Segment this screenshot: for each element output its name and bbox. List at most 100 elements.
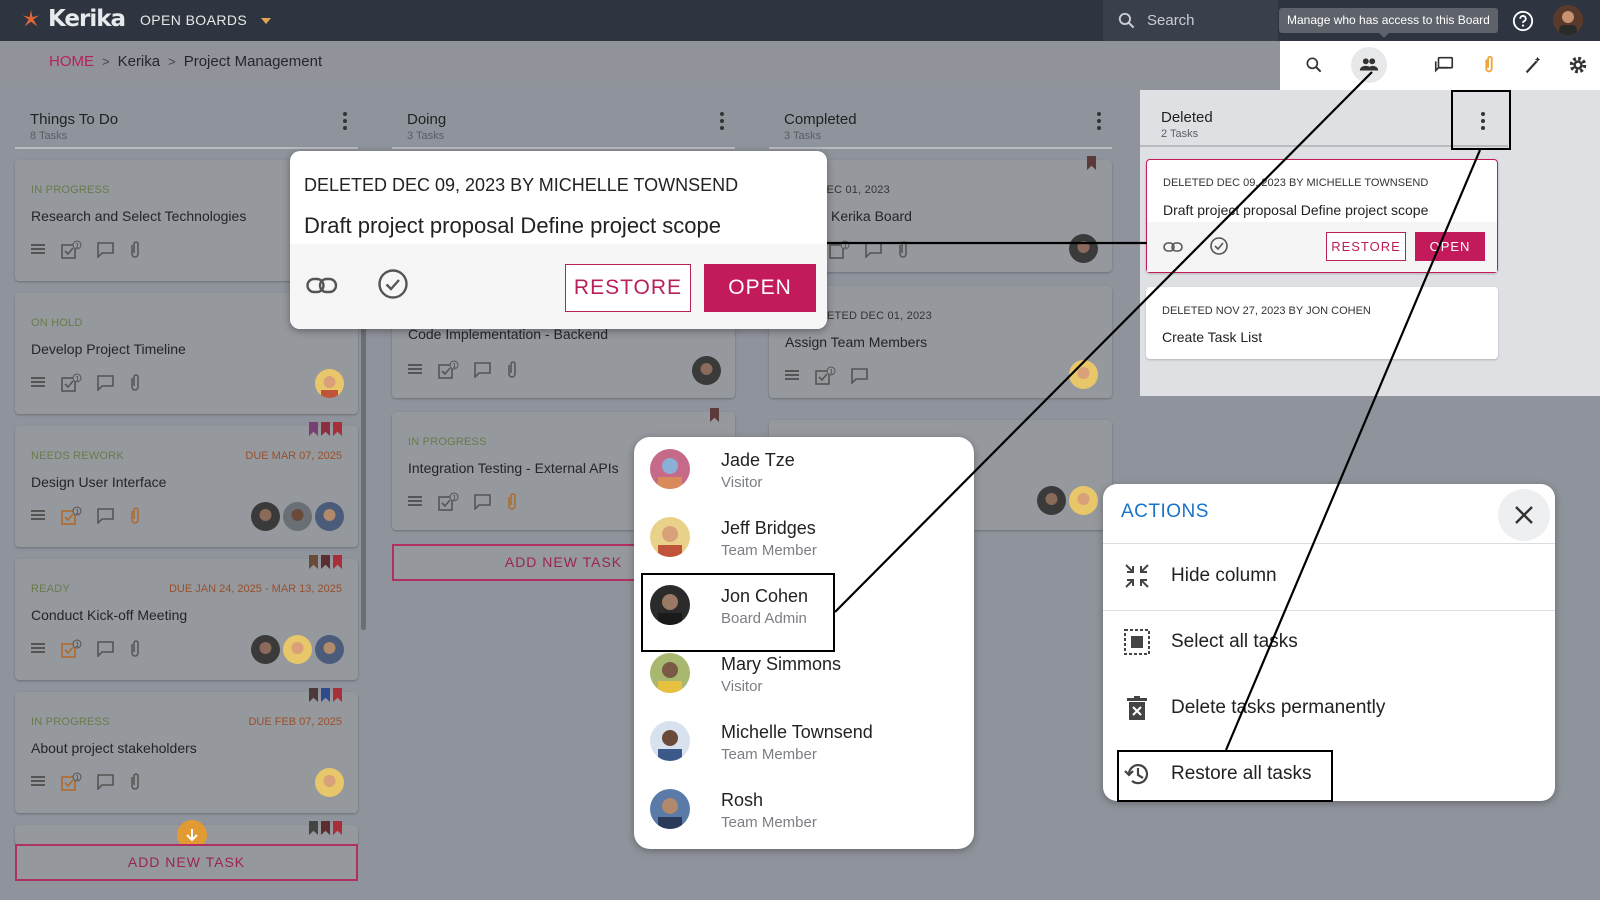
task-status: ON HOLD (31, 317, 83, 329)
column-deleted: Deleted 2 Tasks DELETED DEC 09, 2023 BY … (1140, 90, 1600, 396)
column-title: Completed (784, 111, 857, 128)
column-menu-button[interactable] (1451, 90, 1511, 150)
breadcrumb: HOME > Kerika > Project Management (49, 53, 322, 70)
logo-text: Kerika (48, 6, 126, 32)
tag-marker (333, 688, 342, 702)
check-circle-icon[interactable] (1209, 236, 1229, 256)
paperclip-icon (508, 361, 516, 378)
checklist-icon: 1 (61, 639, 82, 658)
member-item[interactable]: Jeff Bridges Team Member (648, 505, 948, 565)
board-tools-button[interactable] (1520, 52, 1546, 78)
kerika-logo[interactable]: Kerika (20, 6, 126, 32)
task-status: IN PROGRESS (408, 436, 487, 448)
chat-icon (1434, 56, 1454, 73)
paperclip-icon (131, 507, 139, 524)
paperclip-icon (131, 773, 139, 790)
tag-marker (309, 422, 318, 436)
select-all-tasks-item[interactable]: Select all tasks (1121, 622, 1541, 662)
member-item[interactable]: Michelle Townsend Team Member (648, 709, 948, 769)
member-name: Mary Simmons (721, 654, 842, 674)
comment-icon (865, 242, 882, 258)
breadcrumb-kerika[interactable]: Kerika (118, 53, 161, 70)
task-icons: 1 (31, 772, 141, 792)
member-name: Rosh (721, 790, 764, 810)
task-icons: 1 (829, 240, 909, 260)
checklist-icon: 1 (438, 492, 459, 511)
delete-tasks-permanently-item[interactable]: Delete tasks permanently (1121, 688, 1541, 728)
task-assignees (1069, 360, 1098, 389)
more-vert-icon[interactable] (1094, 112, 1104, 132)
arrow-down-icon (186, 829, 198, 842)
task-assignees (315, 768, 344, 797)
board-search-button[interactable] (1301, 52, 1327, 78)
help-icon[interactable] (1512, 10, 1534, 32)
restore-button[interactable]: RESTORE (1326, 232, 1406, 261)
close-button[interactable] (1498, 489, 1550, 541)
assignee-avatar (251, 635, 280, 664)
search-placeholder: Search (1147, 12, 1195, 29)
hide-column-item[interactable]: Hide column (1121, 556, 1541, 596)
column-count: 8 Tasks (30, 130, 68, 142)
comment-icon (97, 242, 114, 258)
column-header: Completed 3 Tasks (769, 92, 1112, 149)
assignee-avatar (1069, 486, 1098, 515)
add-new-task-button[interactable]: ADD NEW TASK (15, 844, 358, 881)
more-vert-icon[interactable] (717, 112, 727, 132)
task-assignees (1037, 486, 1098, 515)
member-item[interactable]: Rosh Team Member (648, 777, 948, 837)
settings-button[interactable] (1565, 52, 1591, 78)
checklist-icon: 1 (61, 772, 82, 791)
link-icon[interactable] (306, 275, 338, 297)
deleted-meta: DELETED NOV 27, 2023 BY JON COHEN (1162, 305, 1371, 317)
more-vert-icon[interactable] (340, 112, 350, 132)
member-avatar (650, 449, 690, 489)
assignee-avatar (315, 768, 344, 797)
task-tags (309, 422, 342, 436)
open-boards-menu[interactable]: OPEN BOARDS (140, 12, 272, 28)
open-button[interactable]: OPEN (704, 264, 816, 312)
check-circle-icon[interactable] (377, 268, 409, 300)
search-icon (1306, 57, 1322, 73)
attachments-button[interactable] (1476, 52, 1502, 78)
search-input[interactable]: Search (1103, 0, 1278, 41)
actions-title: ACTIONS (1121, 501, 1209, 522)
task-assignees (692, 356, 721, 385)
description-icon (408, 496, 422, 506)
team-button[interactable] (1351, 47, 1387, 83)
more-vert-icon (1478, 112, 1488, 133)
deleted-task-card[interactable]: DELETED DEC 09, 2023 BY MICHELLE TOWNSEN… (1146, 159, 1498, 273)
column-header: Things To Do 8 Tasks (15, 92, 358, 149)
link-icon[interactable] (1163, 240, 1183, 254)
restore-button[interactable]: RESTORE (565, 264, 691, 312)
task-icons: 1 (31, 373, 141, 393)
task-due: DUE FEB 07, 2025 (248, 716, 342, 728)
paperclip-icon (131, 640, 139, 657)
task-due: DUE JAN 24, 2025 - MAR 13, 2025 (168, 583, 342, 595)
member-avatar (650, 789, 690, 829)
tag-marker (309, 821, 318, 835)
task-card[interactable]: READY DUE JAN 24, 2025 - MAR 13, 2025 Co… (15, 555, 358, 680)
magic-wand-icon (1525, 56, 1541, 74)
member-avatar (650, 653, 690, 693)
tooltip: Manage who has access to this Board (1279, 8, 1498, 38)
user-avatar[interactable] (1553, 5, 1583, 35)
breadcrumb-home[interactable]: HOME (49, 53, 94, 70)
column-count: 3 Tasks (784, 130, 822, 142)
task-card[interactable]: NEEDS REWORK DUE MAR 07, 2025 Design Use… (15, 422, 358, 547)
task-assignees (251, 502, 344, 531)
kerika-star-icon (22, 9, 40, 27)
checklist-icon: 1 (815, 366, 836, 385)
board-toolbar (1280, 41, 1600, 90)
task-title: Draft project proposal Define project sc… (304, 213, 721, 238)
deleted-task-card[interactable]: DELETED NOV 27, 2023 BY JON COHEN Create… (1146, 287, 1498, 359)
task-card[interactable]: IN PROGRESS DUE FEB 07, 2025 About proje… (15, 688, 358, 813)
task-status: NEEDS REWORK (31, 450, 124, 462)
breadcrumb-bar: HOME > Kerika > Project Management (0, 41, 1280, 83)
member-item[interactable]: Jade Tze Visitor (648, 437, 948, 497)
task-title: Research and Select Technologies (31, 208, 247, 224)
open-button[interactable]: OPEN (1415, 232, 1485, 261)
comment-icon (97, 774, 114, 790)
task-icons: 1 (408, 360, 518, 380)
chat-button[interactable] (1431, 52, 1457, 78)
assignee-avatar (315, 502, 344, 531)
